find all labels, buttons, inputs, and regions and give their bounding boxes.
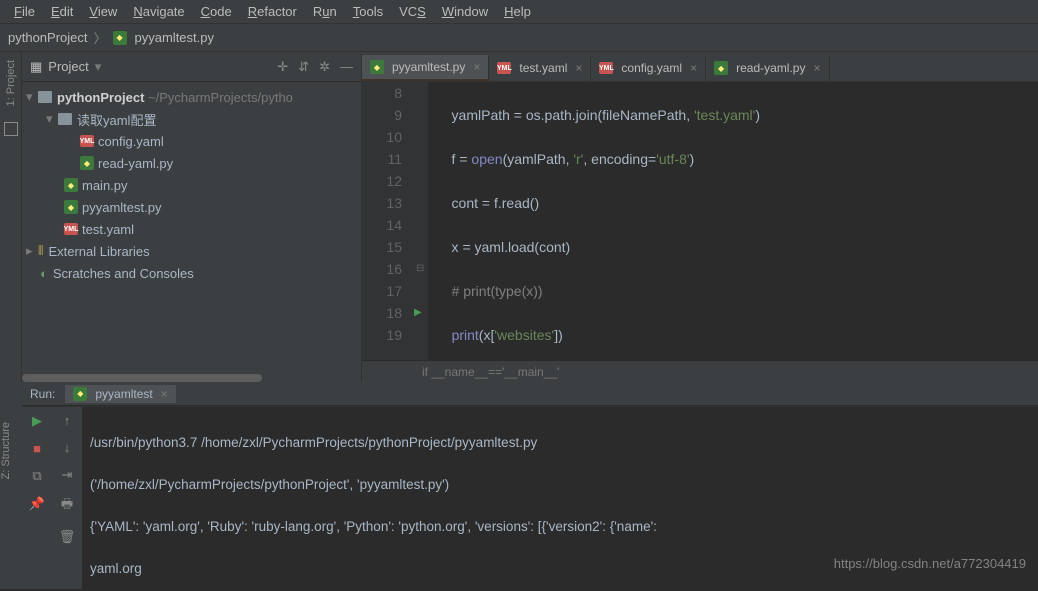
run-header: Run: ◆ pyyamltest ×	[22, 382, 1038, 406]
stop-icon[interactable]: ■	[33, 441, 41, 456]
project-header: ▦ Project ▾ ✛ ⇵ ✲ —	[22, 52, 361, 82]
tab-test-yaml[interactable]: YML test.yaml×	[489, 55, 591, 81]
breadcrumb: pythonProject 〉 ◆ pyyamltest.py	[0, 24, 1038, 52]
python-icon: ◆	[80, 156, 94, 170]
menu-view[interactable]: View	[81, 4, 125, 19]
pin-icon[interactable]: 📌	[29, 496, 45, 512]
project-toolwindow-button[interactable]: 1: Project	[5, 60, 17, 106]
menu-refactor[interactable]: Refactor	[240, 4, 305, 19]
run-tab[interactable]: ◆ pyyamltest ×	[65, 385, 175, 403]
close-icon[interactable]: ×	[813, 61, 820, 75]
tree-external-libs: ▸ ⫴ External Libraries	[22, 240, 361, 262]
expand-icon[interactable]: ⇵	[298, 59, 309, 75]
close-icon[interactable]: ×	[161, 387, 168, 401]
tree-file: YML config.yaml	[22, 130, 361, 152]
yaml-icon: YML	[64, 223, 78, 235]
breadcrumb-project[interactable]: pythonProject	[8, 30, 88, 45]
structure-icon[interactable]	[4, 122, 18, 136]
menu-edit[interactable]: Edit	[43, 4, 81, 19]
print-icon[interactable]: 🖶	[61, 495, 73, 517]
tab-pyyamltest[interactable]: ◆ pyyamltest.py×	[362, 55, 489, 81]
rerun-icon[interactable]: ▶	[32, 413, 42, 429]
run-label: Run:	[30, 387, 55, 401]
menu-file[interactable]: File	[6, 4, 43, 19]
gutter-marks: ▶ ⊟	[412, 82, 428, 360]
tree-root: ▾ pythonProject ~/PycharmProjects/pytho	[22, 86, 361, 108]
project-tree[interactable]: ▾ pythonProject ~/PycharmProjects/pytho …	[22, 82, 361, 288]
tab-config-yaml[interactable]: YML config.yaml×	[591, 55, 706, 81]
menu-navigate[interactable]: Navigate	[125, 4, 192, 19]
project-pane: ▦ Project ▾ ✛ ⇵ ✲ — ▾ pythonProject ~/Py…	[22, 52, 362, 382]
run-toolbar-2: ↑ ↓ ⇥ 🖶 🗑	[52, 407, 82, 589]
horizontal-scrollbar[interactable]	[22, 374, 361, 382]
run-toolbar-left: ▶ ■ ⧉ 📌	[22, 407, 52, 589]
menu-code[interactable]: Code	[193, 4, 240, 19]
breadcrumb-bottom: if __name__=='__main__'	[362, 360, 1038, 382]
run-gutter-icon[interactable]: ▶	[414, 302, 422, 324]
python-icon: ◆	[113, 31, 127, 45]
chevron-right-icon: 〉	[94, 28, 107, 47]
hide-icon[interactable]: —	[340, 59, 353, 75]
python-icon: ◆	[64, 200, 78, 214]
menu-help[interactable]: Help	[496, 4, 539, 19]
close-icon[interactable]: ×	[690, 61, 697, 75]
python-icon: ◆	[714, 61, 728, 75]
code-editor[interactable]: 8910111213141516171819 ▶ ⊟ yamlPath = os…	[362, 82, 1038, 360]
tree-folder: ▾ 读取yaml配置	[22, 108, 361, 130]
chevron-down-icon[interactable]: ▾	[95, 59, 102, 75]
locate-icon[interactable]: ✛	[277, 59, 288, 75]
left-toolwindow-bar: 1: Project	[0, 52, 22, 382]
menu-bar: File Edit View Navigate Code Refactor Ru…	[0, 0, 1038, 24]
tab-read-yaml[interactable]: ◆ read-yaml.py×	[706, 55, 829, 81]
tree-scratches: ◐ Scratches and Consoles	[22, 262, 361, 284]
menu-tools[interactable]: Tools	[345, 4, 391, 19]
breadcrumb-file[interactable]: pyyamltest.py	[135, 30, 214, 45]
tree-file: YML test.yaml	[22, 218, 361, 240]
layout-icon[interactable]: ⧉	[32, 468, 41, 484]
editor-tabs: ◆ pyyamltest.py× YML test.yaml× YML conf…	[362, 52, 1038, 82]
menu-window[interactable]: Window	[434, 4, 496, 19]
project-view-icon: ▦	[30, 59, 42, 75]
yaml-icon: YML	[599, 62, 613, 74]
tree-file: ◆ pyyamltest.py	[22, 196, 361, 218]
python-icon: ◆	[64, 178, 78, 192]
up-icon[interactable]: ↑	[64, 413, 71, 428]
watermark: https://blog.csdn.net/a772304419	[834, 556, 1026, 571]
tree-file: ◆ read-yaml.py	[22, 152, 361, 174]
scratch-icon: ◐	[40, 266, 48, 281]
line-gutter: 8910111213141516171819	[362, 82, 412, 360]
python-icon: ◆	[370, 60, 384, 74]
editor-pane: ◆ pyyamltest.py× YML test.yaml× YML conf…	[362, 52, 1038, 382]
gear-icon[interactable]: ✲	[319, 59, 330, 75]
structure-toolwindow-button[interactable]: Z: Structure	[0, 422, 12, 479]
yaml-icon: YML	[497, 62, 511, 74]
python-icon: ◆	[73, 387, 87, 401]
wrap-icon[interactable]: ⇥	[62, 467, 73, 483]
library-icon: ⫴	[38, 243, 43, 259]
tree-file: ◆ main.py	[22, 174, 361, 196]
close-icon[interactable]: ×	[473, 60, 480, 74]
yaml-icon: YML	[80, 135, 94, 147]
trash-icon[interactable]: 🗑	[59, 529, 76, 545]
left-bottom-bar: Z: Structure	[0, 382, 22, 589]
close-icon[interactable]: ×	[575, 61, 582, 75]
menu-vcs[interactable]: VCS	[391, 4, 434, 19]
menu-run[interactable]: Run	[305, 4, 345, 19]
project-title[interactable]: Project	[48, 59, 88, 74]
down-icon[interactable]: ↓	[64, 440, 71, 455]
